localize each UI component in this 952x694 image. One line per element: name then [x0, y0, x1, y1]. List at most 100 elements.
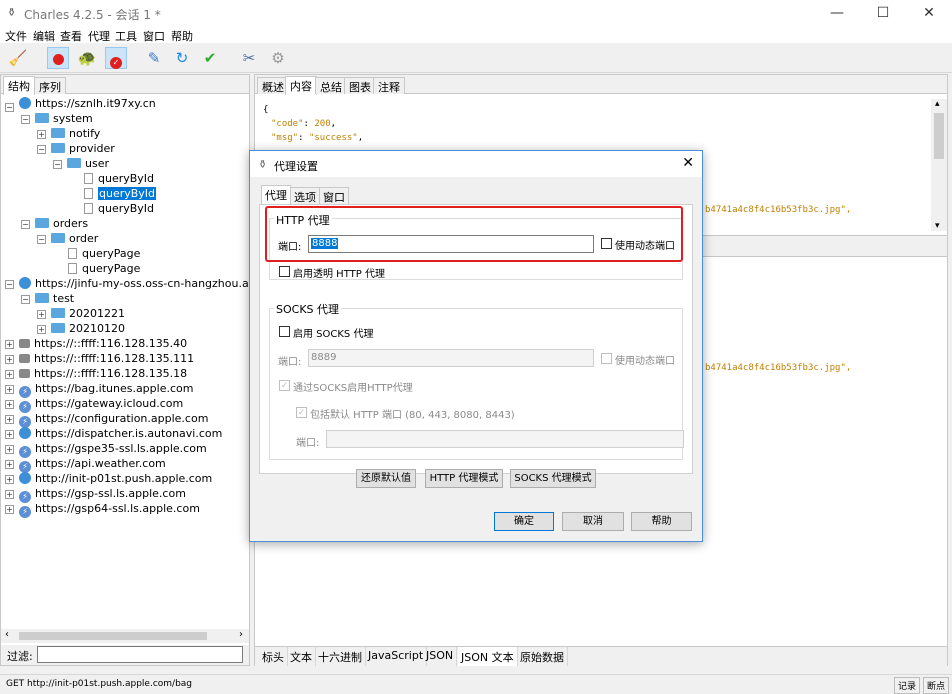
http-proxy-mode-button[interactable]: HTTP 代理模式 — [425, 469, 503, 488]
check-icon[interactable]: ✔ — [199, 47, 221, 69]
menu-edit[interactable]: 编辑 — [33, 28, 55, 44]
tree-node[interactable]: queryPage — [68, 246, 140, 261]
tree-node[interactable]: queryById — [84, 171, 154, 186]
tree-node[interactable]: queryById — [84, 201, 154, 216]
collapse-icon[interactable]: − — [21, 295, 30, 304]
tree-node[interactable]: +20210120 — [37, 321, 125, 336]
collapse-icon[interactable]: − — [53, 160, 62, 169]
expand-icon[interactable]: + — [5, 370, 14, 379]
expand-icon[interactable]: + — [5, 400, 14, 409]
socks-proxy-mode-button[interactable]: SOCKS 代理模式 — [510, 469, 596, 488]
close-button[interactable]: ✕ — [906, 0, 952, 26]
tab-javascript[interactable]: JavaScript — [365, 647, 428, 666]
include-default-ports-checkbox[interactable]: ✓ — [296, 407, 307, 418]
horizontal-scrollbar[interactable]: ‹ › — [1, 629, 249, 643]
scroll-right-icon[interactable]: › — [239, 629, 243, 640]
breakpoint-status-button[interactable]: 断点 — [923, 677, 950, 694]
expand-icon[interactable]: + — [37, 130, 46, 139]
scroll-up-icon[interactable]: ▴ — [935, 99, 940, 109]
socks-ports-input[interactable] — [326, 430, 684, 448]
tools-icon[interactable]: ✂ — [238, 47, 260, 69]
scrollbar-thumb[interactable] — [934, 113, 944, 159]
transparent-proxy-checkbox[interactable] — [279, 266, 290, 277]
minimize-button[interactable]: — — [814, 0, 860, 26]
collapse-icon[interactable]: − — [37, 235, 46, 244]
tree-node[interactable]: + https://::ffff:116.128.135.111 — [5, 351, 194, 366]
tree-node[interactable]: + ⚡ https://api.weather.com — [5, 456, 166, 473]
expand-icon[interactable]: + — [5, 415, 14, 424]
record-status-button[interactable]: 记录 — [894, 677, 921, 694]
tab-json[interactable]: JSON — [423, 647, 458, 666]
socks-dynamic-port-checkbox[interactable] — [601, 353, 612, 364]
tree-node[interactable]: + ⚡ https://bag.itunes.apple.com — [5, 381, 193, 398]
tab-summary[interactable]: 总结 — [315, 77, 347, 94]
filter-input[interactable] — [37, 646, 243, 663]
expand-icon[interactable]: + — [5, 475, 14, 484]
menu-file[interactable]: 文件 — [5, 28, 27, 44]
collapse-icon[interactable]: − — [21, 115, 30, 124]
tree-node[interactable]: + ⚡ https://gsp64-ssl.ls.apple.com — [5, 501, 200, 518]
socks-port-input[interactable]: 8889 — [308, 349, 594, 367]
refresh-icon[interactable]: ↻ — [171, 47, 193, 69]
breakpoint-button[interactable]: ✓ — [105, 47, 127, 69]
tab-hex[interactable]: 十六进制 — [315, 647, 366, 666]
menu-help[interactable]: 帮助 — [171, 28, 193, 44]
expand-icon[interactable]: + — [37, 325, 46, 334]
tab-json-text[interactable]: JSON 文本 — [458, 647, 518, 666]
collapse-icon[interactable]: − — [5, 103, 14, 112]
tree-node[interactable]: + https://::ffff:116.128.135.40 — [5, 336, 187, 351]
tree-node[interactable]: + ⚡ https://gateway.icloud.com — [5, 396, 183, 413]
expand-icon[interactable]: + — [5, 460, 14, 469]
expand-icon[interactable]: + — [5, 340, 14, 349]
tree-node[interactable]: + ⚡ https://gsp-ssl.ls.apple.com — [5, 486, 186, 503]
tree-node[interactable]: − order — [37, 231, 98, 246]
expand-icon[interactable]: + — [5, 505, 14, 514]
collapse-icon[interactable]: − — [5, 280, 14, 289]
expand-icon[interactable]: + — [5, 490, 14, 499]
scroll-left-icon[interactable]: ‹ — [5, 629, 9, 640]
tab-text[interactable]: 文本 — [287, 647, 316, 666]
tree-node[interactable]: + https://::ffff:116.128.135.18 — [5, 366, 187, 381]
tab-window[interactable]: 窗口 — [319, 187, 349, 204]
settings-gear-icon[interactable]: ⚙ — [267, 47, 289, 69]
tree-node[interactable]: + ⚡ https://configuration.apple.com — [5, 411, 208, 428]
tab-raw[interactable]: 原始数据 — [517, 647, 568, 666]
maximize-button[interactable]: ☐ — [860, 0, 906, 26]
ok-button[interactable]: 确定 — [494, 512, 554, 531]
tree-node[interactable]: − system — [21, 111, 93, 126]
tab-headers[interactable]: 标头 — [259, 647, 288, 666]
tree-node[interactable]: + http://init-p01st.push.apple.com — [5, 471, 212, 486]
tab-structure[interactable]: 结构 — [3, 76, 35, 95]
tree-node[interactable]: + notify — [37, 126, 100, 141]
tab-contents[interactable]: 内容 — [285, 76, 317, 95]
tree-node[interactable]: queryPage — [68, 261, 140, 276]
tab-chart[interactable]: 图表 — [344, 77, 376, 94]
enable-socks-checkbox[interactable] — [279, 326, 290, 337]
collapse-icon[interactable]: − — [37, 145, 46, 154]
dialog-close-icon[interactable]: ✕ — [682, 155, 694, 171]
expand-icon[interactable]: + — [37, 310, 46, 319]
pen-icon[interactable]: ✎ — [143, 47, 165, 69]
tab-notes[interactable]: 注释 — [373, 77, 405, 94]
help-button[interactable]: 帮助 — [631, 512, 692, 531]
expand-icon[interactable]: + — [5, 445, 14, 454]
tree-node[interactable]: − user — [53, 156, 109, 171]
collapse-icon[interactable]: − — [21, 220, 30, 229]
expand-icon[interactable]: + — [5, 385, 14, 394]
tree-node[interactable]: − provider — [37, 141, 115, 156]
top-vertical-scrollbar[interactable]: ▴ ▾ — [931, 99, 947, 231]
tree-node[interactable]: + ⚡ https://gspe35-ssl.ls.apple.com — [5, 441, 207, 458]
tab-options[interactable]: 选项 — [290, 187, 320, 204]
http-over-socks-checkbox[interactable]: ✓ — [279, 380, 290, 391]
expand-icon[interactable]: + — [5, 355, 14, 364]
menu-view[interactable]: 查看 — [60, 28, 82, 44]
tree-node[interactable]: − https://sznlh.it97xy.cn — [5, 96, 156, 112]
tree-node[interactable]: + https://dispatcher.is.autonavi.com — [5, 426, 222, 441]
expand-icon[interactable]: + — [5, 430, 14, 439]
scrollbar-thumb[interactable] — [19, 632, 207, 640]
tree-node-selected[interactable]: queryById — [84, 186, 157, 201]
turtle-icon[interactable]: 🐢 — [76, 47, 98, 69]
tree-node[interactable]: +20201221 — [37, 306, 125, 321]
tree-node[interactable]: − test — [21, 291, 74, 306]
broom-icon[interactable]: 🧹 — [7, 47, 29, 69]
